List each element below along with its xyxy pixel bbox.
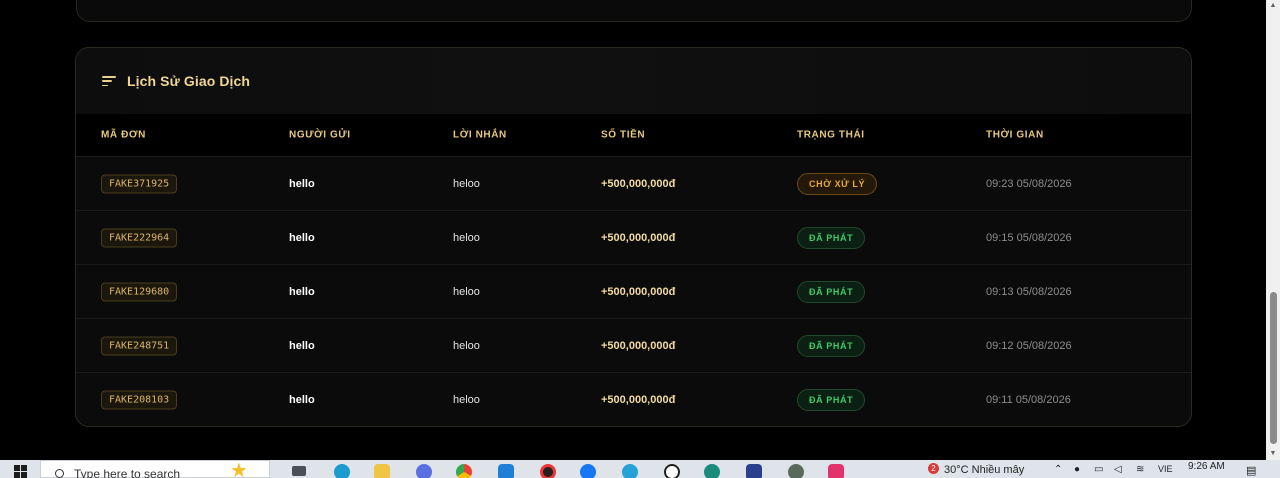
message-text: heloo [453,285,480,298]
order-code: FAKE222964 [101,228,178,247]
scroll-up-icon[interactable]: ▲ [1269,2,1277,10]
chatgpt-icon[interactable] [664,464,680,478]
edge-browser-icon[interactable] [334,464,350,478]
message-text: heloo [453,231,480,244]
amount-value: +500,000,000đ [601,231,676,244]
page-viewport: Lịch Sử Giao Dịch MÃ ĐƠN NGƯỜI GỬI LỜI N… [0,0,1266,460]
order-code: FAKE129680 [101,282,178,301]
message-text: heloo [453,394,480,406]
search-icon [55,469,64,478]
app-icon-blue[interactable] [746,464,762,478]
transaction-time: 09:12 05/08/2026 [986,339,1072,352]
table-row[interactable]: FAKE371925 hello heloo +500,000,000đ CHỜ… [76,157,1191,211]
status-badge: CHỜ XỬ LÝ [797,172,878,195]
message-text: heloo [453,177,480,190]
status-badge: ĐÃ PHÁT [797,334,866,357]
column-header-sender: NGƯỜI GỬI [289,129,351,141]
windows-start-icon[interactable] [0,460,40,478]
app-icon-teal[interactable] [704,464,720,478]
copilot-icon[interactable] [416,464,432,478]
card-header: Lịch Sử Giao Dịch [76,48,1191,114]
transaction-time: 09:13 05/08/2026 [986,285,1072,298]
search-placeholder: Type here to search [74,467,181,478]
volume-icon[interactable]: ◁ [1114,464,1122,475]
column-header-time: THỜI GIAN [986,129,1044,141]
transaction-time: 09:15 05/08/2026 [986,231,1072,244]
table-body: FAKE371925 hello heloo +500,000,000đ CHỜ… [76,157,1191,426]
table-row[interactable]: FAKE129680 hello heloo +500,000,000đ ĐÃ … [76,265,1191,319]
transaction-time: 09:23 05/08/2026 [986,177,1072,190]
app-icon-gear[interactable] [788,464,804,478]
table-header: MÃ ĐƠN NGƯỜI GỬI LỜI NHẮN SỐ TIỀN TRẠNG … [76,114,1191,157]
order-code: FAKE208103 [101,390,178,410]
column-header-order-id: MÃ ĐƠN [101,129,146,141]
column-header-message: LỜI NHẮN [453,129,507,141]
vscode-icon[interactable] [498,464,514,478]
table-row[interactable]: FAKE248751 hello heloo +500,000,000đ ĐÃ … [76,319,1191,373]
recorder-icon[interactable] [540,464,556,478]
weather-status[interactable]: 30°C Nhiều mây [944,464,1024,476]
status-badge: ĐÃ PHÁT [797,389,866,411]
order-code: FAKE248751 [101,336,178,355]
notification-badge[interactable]: 2 [928,463,939,474]
filter-list-icon [102,76,116,86]
file-explorer-icon[interactable] [374,464,390,478]
amount-value: +500,000,000đ [601,177,676,190]
order-code: FAKE371925 [101,174,178,193]
chrome-icon[interactable] [456,464,472,478]
message-text: heloo [453,339,480,352]
sender-name: hello [289,231,315,244]
transaction-history-card: Lịch Sử Giao Dịch MÃ ĐƠN NGƯỜI GỬI LỜI N… [75,47,1192,427]
notification-center-icon[interactable]: ▤ [1246,464,1256,477]
scroll-down-icon[interactable]: ▼ [1269,450,1277,458]
column-header-status: TRẠNG THÁI [797,129,865,141]
sender-name: hello [289,394,315,406]
facebook-icon[interactable] [580,464,596,478]
scrollbar-thumb[interactable] [1270,292,1277,444]
amount-value: +500,000,000đ [601,339,676,352]
chevron-up-icon[interactable]: ⌃ [1054,464,1062,475]
microphone-icon[interactable]: ● [1074,464,1080,475]
search-highlight-icon[interactable]: ★ [230,461,248,478]
transaction-time: 09:11 05/08/2026 [986,394,1071,406]
status-badge: ĐÃ PHÁT [797,280,866,303]
tiktok-icon[interactable] [828,464,844,478]
sender-name: hello [289,177,315,190]
sender-name: hello [289,285,315,298]
table-row[interactable]: FAKE208103 hello heloo +500,000,000đ ĐÃ … [76,373,1191,426]
table-row[interactable]: FAKE222964 hello heloo +500,000,000đ ĐÃ … [76,211,1191,265]
wifi-icon[interactable]: ≋ [1136,464,1144,475]
card-title: Lịch Sử Giao Dịch [127,73,251,89]
status-badge: ĐÃ PHÁT [797,226,866,249]
amount-value: +500,000,000đ [601,285,676,298]
windows-taskbar: Type here to search ★ 2 30°C Nhiều mây ⌃… [0,460,1280,478]
language-indicator[interactable]: VIE [1158,464,1173,474]
sender-name: hello [289,339,315,352]
battery-icon[interactable]: ▭ [1094,464,1103,475]
previous-card [76,0,1192,22]
taskbar-clock[interactable]: 9:26 AM [1188,461,1225,472]
amount-value: +500,000,000đ [601,394,676,406]
page-scrollbar[interactable]: ▲ ▼ [1266,0,1280,460]
task-view-icon[interactable] [292,466,306,476]
telegram-icon[interactable] [622,464,638,478]
column-header-amount: SỐ TIỀN [601,129,646,141]
